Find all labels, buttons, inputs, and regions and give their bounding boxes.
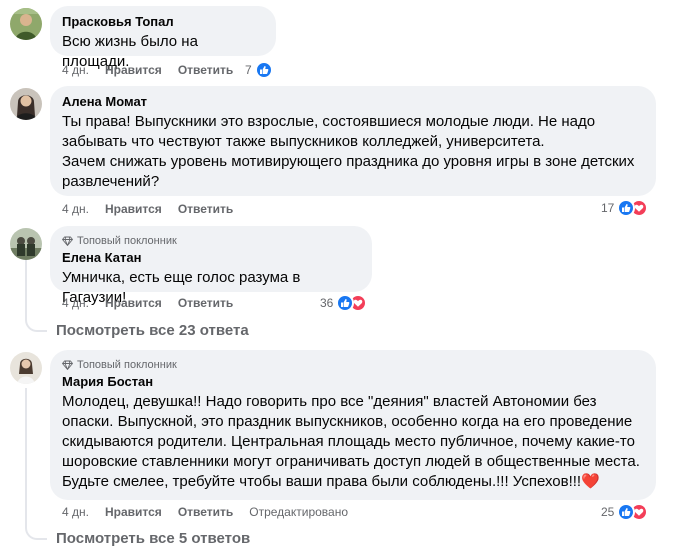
comment-author[interactable]: Елена Катан bbox=[62, 250, 360, 266]
reactions-summary[interactable]: 17 bbox=[601, 199, 649, 217]
diamond-badge-icon bbox=[62, 360, 73, 370]
diamond-badge-icon bbox=[62, 236, 73, 246]
avatar-photo-icon bbox=[10, 228, 42, 260]
reactions-summary[interactable]: 36 bbox=[320, 294, 368, 312]
reactions-count: 7 bbox=[245, 63, 252, 77]
comment-timestamp[interactable]: 4 дн. bbox=[62, 505, 89, 519]
comment-text-line: шоровские ставленники могут ограничивать… bbox=[62, 453, 640, 470]
comment-timestamp[interactable]: 4 дн. bbox=[62, 202, 89, 216]
comment-bubble: Прасковья Топал Всю жизнь было на площад… bbox=[50, 6, 276, 70]
reply-thread-line bbox=[25, 258, 27, 320]
avatar[interactable] bbox=[10, 352, 42, 384]
reply-thread-line bbox=[25, 388, 27, 528]
reactions-summary[interactable]: 25 bbox=[601, 503, 649, 521]
like-button[interactable]: Нравится bbox=[105, 505, 162, 519]
comment-actions: 4 дн. Нравится Ответить bbox=[62, 201, 249, 217]
comment-bubble: Алена Момат Ты права! Выпускники это взр… bbox=[50, 86, 656, 196]
view-replies-link[interactable]: Посмотреть все 5 ответов bbox=[56, 529, 250, 549]
top-fan-badge[interactable]: Топовый поклонник bbox=[62, 358, 644, 372]
avatar[interactable] bbox=[10, 88, 42, 120]
comment-timestamp[interactable]: 4 дн. bbox=[62, 63, 89, 77]
comment-text-line: Молодец, девушка!! Надо говорить про все… bbox=[62, 393, 597, 410]
avatar-photo-icon bbox=[10, 88, 42, 120]
comment-timestamp[interactable]: 4 дн. bbox=[62, 296, 89, 310]
reply-button[interactable]: Ответить bbox=[178, 505, 233, 519]
reactions-count: 36 bbox=[320, 296, 334, 310]
avatar[interactable] bbox=[10, 8, 42, 40]
comment-text-line: опаски. Выпускной, это праздник выпускни… bbox=[62, 413, 633, 430]
reactions-count: 25 bbox=[601, 505, 615, 519]
comment-text-line: Зачем снижать уровень мотивирующего праз… bbox=[62, 153, 635, 170]
comment-text-line: Ты права! Выпускники это взрослые, состо… bbox=[62, 113, 596, 130]
avatar[interactable] bbox=[10, 228, 42, 260]
view-replies-link[interactable]: Посмотреть все 23 ответа bbox=[56, 321, 249, 341]
comment-author[interactable]: Мария Бостан bbox=[62, 374, 644, 390]
badge-label: Топовый поклонник bbox=[77, 359, 177, 371]
comment-actions: 4 дн. Нравится Ответить bbox=[62, 62, 249, 78]
reply-thread-connector bbox=[25, 318, 47, 332]
badge-label: Топовый поклонник bbox=[77, 235, 177, 247]
reactions-count: 17 bbox=[601, 201, 615, 215]
top-fan-badge[interactable]: Топовый поклонник bbox=[62, 234, 360, 248]
comment-author[interactable]: Прасковья Топал bbox=[62, 14, 264, 30]
avatar-photo-icon bbox=[10, 352, 42, 384]
edited-label[interactable]: Отредактировано bbox=[249, 505, 348, 519]
like-button[interactable]: Нравится bbox=[105, 202, 162, 216]
reply-button[interactable]: Ответить bbox=[178, 63, 233, 77]
reply-button[interactable]: Ответить bbox=[178, 296, 233, 310]
comment-actions: 4 дн. Нравится Ответить Отредактировано bbox=[62, 504, 364, 520]
comment-text-line: Будьте смелее, требуйте чтобы ваши права… bbox=[62, 473, 600, 490]
reply-thread-connector bbox=[25, 526, 47, 540]
reply-button[interactable]: Ответить bbox=[178, 202, 233, 216]
comment-author[interactable]: Алена Момат bbox=[62, 94, 644, 110]
avatar-photo-icon bbox=[10, 8, 42, 40]
like-button[interactable]: Нравится bbox=[105, 296, 162, 310]
comment-text: Молодец, девушка!! Надо говорить про все… bbox=[62, 392, 644, 492]
comment-bubble: Топовый поклонник Мария Бостан Молодец, … bbox=[50, 350, 656, 500]
comment-text: Ты права! Выпускники это взрослые, состо… bbox=[62, 112, 644, 192]
comment-bubble: Топовый поклонник Елена Катан Умничка, е… bbox=[50, 226, 372, 306]
comment-text-line: забывать что чествуют также выпускников … bbox=[62, 133, 545, 150]
thumbs-up-icon bbox=[254, 61, 273, 79]
like-button[interactable]: Нравится bbox=[105, 63, 162, 77]
comment-text-line: развлечений? bbox=[62, 173, 160, 190]
comment-text-line: скидываются родители. Центральная площад… bbox=[62, 433, 635, 450]
comment-actions: 4 дн. Нравится Ответить bbox=[62, 295, 249, 311]
reactions-summary[interactable]: 7 bbox=[245, 61, 273, 79]
